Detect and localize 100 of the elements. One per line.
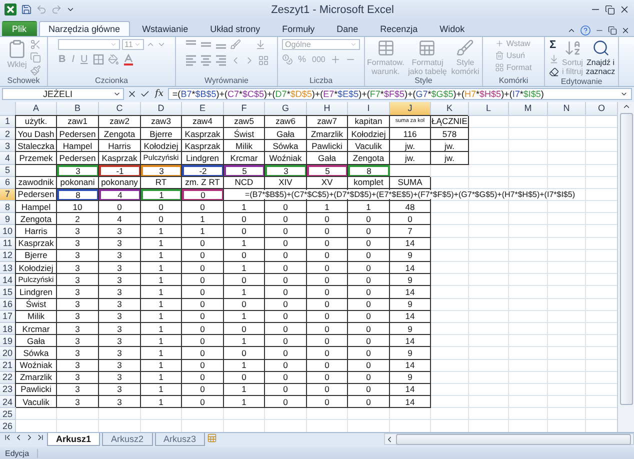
table-cell: 0: [182, 360, 224, 372]
ribbon-tab[interactable]: Dane: [326, 20, 368, 36]
table-cell: XV: [307, 176, 348, 189]
ribbon-tab[interactable]: Widok: [430, 20, 475, 36]
table-cell: Kołodziej: [16, 262, 57, 274]
table-cell: jw.: [390, 152, 431, 164]
row-header[interactable]: 19: [0, 335, 16, 348]
table-cell: 0: [224, 274, 265, 286]
column-header[interactable]: E: [182, 102, 224, 116]
table-cell: 1: [224, 360, 265, 372]
row-header[interactable]: 8: [0, 201, 16, 214]
table-cell: 0: [182, 372, 224, 384]
table-cell: 0: [348, 238, 390, 250]
table-cell: 0: [348, 262, 390, 274]
table-cell: zaw7: [307, 116, 348, 128]
table-cell: jw.: [431, 152, 469, 164]
row-header[interactable]: 15: [0, 286, 16, 299]
column-header[interactable]: G: [265, 102, 307, 116]
table-cell: 3: [57, 335, 99, 348]
table-cell: Vaculik: [348, 140, 390, 152]
table-cell: 3: [57, 372, 99, 384]
sheet-tab[interactable]: Arkusz2: [102, 433, 153, 446]
table-cell: Harris: [99, 140, 141, 152]
row-header[interactable]: 10: [0, 225, 16, 238]
column-header[interactable]: B: [57, 102, 99, 116]
column-header[interactable]: J: [390, 102, 431, 116]
find-button[interactable]: Znajdź i zaznacz: [586, 38, 614, 76]
table-cell: 3: [57, 164, 99, 177]
cell-formula[interactable]: =(B7*$B$5)+(C7*$C$5)+(D7*$D$5)+(E7*$E$5)+(F7*$F$5)+(G7*$G$5)+(H7*$H$5)+(I7*$I$5): [244, 190, 576, 199]
table-cell: zaw5: [224, 116, 265, 128]
table-cell: 0: [182, 347, 224, 360]
row-header[interactable]: 4: [0, 152, 16, 164]
table-cell: 0: [348, 298, 390, 311]
table-cell: 0: [141, 213, 182, 226]
table-cell: Pedersen: [57, 152, 99, 164]
table-cell: 0: [348, 396, 390, 408]
table-cell: 0: [348, 360, 390, 372]
table-cell: 0: [224, 322, 265, 336]
table-cell: 1: [141, 310, 182, 323]
table-cell: 0: [348, 384, 390, 396]
table-cell: 0: [265, 262, 307, 274]
table-cell: 0: [265, 201, 307, 214]
table-cell: 9: [390, 274, 431, 286]
row-header[interactable]: 25: [0, 408, 16, 420]
column-header[interactable]: K: [431, 102, 469, 116]
table-cell: Bjerre: [16, 250, 57, 262]
table-cell: 0: [265, 372, 307, 384]
ribbon-tab[interactable]: Wstawianie: [132, 20, 198, 36]
column-header[interactable]: A: [16, 102, 57, 116]
sheet-tab[interactable]: Arkusz1: [47, 433, 100, 446]
column-header[interactable]: D: [141, 102, 182, 116]
column-header[interactable]: N: [548, 102, 586, 116]
ribbon-tab[interactable]: Formuły: [272, 20, 325, 36]
name-box[interactable]: JEŻELI: [2, 88, 124, 100]
table-cell: 0: [99, 201, 141, 214]
table-cell: Bjerre: [141, 128, 182, 140]
table-cell: 578: [431, 128, 469, 140]
formula-field[interactable]: =(B7*$B$5)+(C7*$C$5)+(D7*$D$5)+(E7*$E$5)+(F7*$F$5)+(G7*$G$5)+(H7*$H$5)+(I7*$I$5): [168, 88, 632, 100]
table-cell: 1: [182, 225, 224, 238]
table-cell: 1: [141, 250, 182, 262]
table-cell: Kasprzak: [99, 152, 141, 164]
table-cell: Pawlicki: [16, 384, 57, 396]
ribbon-tab[interactable]: Narzędzia główne: [38, 20, 130, 36]
column-header[interactable]: O: [586, 102, 618, 116]
table-cell: 3: [57, 225, 99, 238]
table-cell: zawodnik: [16, 176, 57, 189]
column-header[interactable]: I: [348, 102, 390, 116]
table-cell: 0: [182, 286, 224, 299]
table-cell: 0: [348, 310, 390, 323]
column-header[interactable]: L: [469, 102, 509, 116]
table-cell: Krcmar: [16, 322, 57, 336]
table-cell: Świst: [224, 128, 265, 140]
table-cell: 3: [99, 225, 141, 238]
row-header[interactable]: 20: [0, 347, 16, 360]
table-cell: 0: [307, 360, 348, 372]
table-cell: Sówka: [265, 140, 307, 152]
row-header[interactable]: 9: [0, 213, 16, 226]
table-cell: 14: [390, 360, 431, 372]
column-header[interactable]: F: [224, 102, 265, 116]
row-header[interactable]: 26: [0, 420, 16, 432]
table-cell: 0: [182, 298, 224, 311]
ribbon-tab[interactable]: Recenzja: [370, 20, 428, 36]
table-cell: Sówka: [16, 347, 57, 360]
column-header[interactable]: H: [307, 102, 348, 116]
ribbon-tab[interactable]: Układ strony: [200, 20, 270, 36]
table-cell: 0: [265, 384, 307, 396]
column-header[interactable]: C: [99, 102, 141, 116]
table-cell: 14: [390, 262, 431, 274]
table-cell: Zengota: [99, 128, 141, 140]
file-tab[interactable]: Plik: [2, 20, 37, 36]
sum-button[interactable]: Σ: [548, 38, 558, 51]
column-header[interactable]: M: [509, 102, 548, 116]
sheet-tab[interactable]: Arkusz3: [154, 433, 206, 446]
insert-function-button[interactable]: fx: [153, 89, 166, 100]
row-header[interactable]: 3: [0, 140, 16, 152]
row-header[interactable]: 24: [0, 396, 16, 408]
row-header[interactable]: 14: [0, 274, 16, 286]
table-cell: 0: [265, 286, 307, 299]
row-header[interactable]: 13: [0, 262, 16, 274]
table-cell: 3: [57, 310, 99, 323]
